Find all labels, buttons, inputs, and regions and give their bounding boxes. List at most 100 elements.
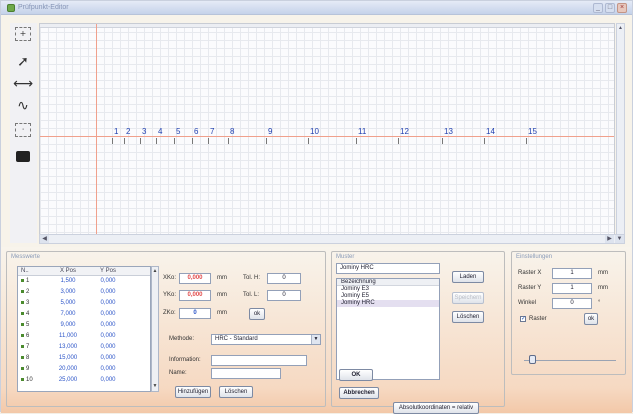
xko-field[interactable]: 0,000 xyxy=(179,273,211,284)
point-label[interactable]: 1 xyxy=(114,127,118,136)
table-row[interactable]: 1 1,500 0,000 xyxy=(18,276,150,287)
row-x: 1,500 xyxy=(60,278,76,284)
yko-field[interactable]: 0,000 xyxy=(179,290,211,301)
close-button[interactable]: × xyxy=(617,3,627,13)
point-marker[interactable] xyxy=(442,138,443,144)
scroll-left-icon[interactable]: ◀ xyxy=(40,235,49,243)
point-label[interactable]: 4 xyxy=(158,127,162,136)
point-marker[interactable] xyxy=(156,138,157,144)
col-y-pos[interactable]: Y Pos xyxy=(88,267,128,275)
row-n: 4 xyxy=(18,309,48,320)
muster-list-item[interactable]: Jominy E3 xyxy=(337,286,439,293)
wave-icon[interactable]: ∿ xyxy=(13,97,33,115)
table-scroll-down-icon[interactable]: ▼ xyxy=(152,383,158,390)
point-marker[interactable] xyxy=(124,138,125,144)
table-row[interactable]: 6 11,000 0,000 xyxy=(18,331,150,342)
point-marker[interactable] xyxy=(266,138,267,144)
minimize-button[interactable]: _ xyxy=(593,3,603,13)
point-marker[interactable] xyxy=(398,138,399,144)
method-select[interactable]: HRC - Standard ▼ xyxy=(211,334,321,345)
row-n: 8 xyxy=(18,353,48,364)
muster-title: Muster xyxy=(336,254,355,260)
point-label[interactable]: 7 xyxy=(210,127,214,136)
point-marker[interactable] xyxy=(228,138,229,144)
table-scrollbar[interactable]: ▲ ▼ xyxy=(151,266,159,392)
name-field[interactable] xyxy=(211,368,281,379)
camera-icon[interactable] xyxy=(16,151,30,162)
table-row[interactable]: 2 3,000 0,000 xyxy=(18,287,150,298)
point-label[interactable]: 3 xyxy=(142,127,146,136)
point-label[interactable]: 11 xyxy=(358,127,366,136)
maximize-button[interactable]: □ xyxy=(605,3,615,13)
tolh-field[interactable]: 0 xyxy=(267,273,301,284)
point-label[interactable]: 5 xyxy=(176,127,180,136)
arrow-icon[interactable]: ➚ xyxy=(13,53,33,71)
point-label[interactable]: 14 xyxy=(486,127,495,136)
coords-ok-button[interactable]: ok xyxy=(249,308,265,320)
scroll-down-icon[interactable]: ▼ xyxy=(615,235,624,243)
point-marker[interactable] xyxy=(112,138,113,144)
cursor-icon[interactable]: + xyxy=(15,27,31,41)
scroll-right-icon[interactable]: ▶ xyxy=(605,235,614,243)
add-button[interactable]: Hinzufügen xyxy=(175,386,211,398)
table-row[interactable]: 8 15,000 0,000 xyxy=(18,353,150,364)
point-marker[interactable] xyxy=(192,138,193,144)
table-row[interactable]: 7 13,000 0,000 xyxy=(18,342,150,353)
table-row[interactable]: 5 9,000 0,000 xyxy=(18,320,150,331)
muster-list[interactable]: Bezeichnung Jominy E3 Jominy E5 Jominy HRC xyxy=(336,278,440,380)
point-marker[interactable] xyxy=(308,138,309,144)
muster-items: Jominy E3 Jominy E5 Jominy HRC xyxy=(337,286,439,307)
muster-list-item[interactable]: Jominy E5 xyxy=(337,293,439,300)
raster-y-field[interactable]: 1 xyxy=(552,283,592,294)
point-marker[interactable] xyxy=(140,138,141,144)
muster-name-field[interactable]: Jominy HRC xyxy=(336,263,440,274)
delete-button[interactable]: Löschen xyxy=(219,386,253,398)
horizontal-arrows-icon[interactable]: ⟷ xyxy=(13,75,33,93)
ok-button[interactable]: OK xyxy=(339,369,373,381)
muster-delete-button[interactable]: Löschen xyxy=(452,311,484,323)
load-button[interactable]: Laden xyxy=(452,271,484,283)
scroll-up-icon[interactable]: ▲ xyxy=(617,25,624,32)
point-label[interactable]: 10 xyxy=(310,127,319,136)
table-scroll-up-icon[interactable]: ▲ xyxy=(152,268,158,275)
drawing-canvas[interactable]: 1 2 3 4 5 6 7 8 9 10 11 12 13 14 15 xyxy=(39,23,615,235)
raster-checkbox[interactable]: ✓ xyxy=(520,316,526,322)
vertical-scrollbar[interactable]: ▲ xyxy=(616,23,625,235)
point-marker[interactable] xyxy=(484,138,485,144)
winkel-field[interactable]: 0 xyxy=(552,298,592,309)
point-label[interactable]: 9 xyxy=(268,127,272,136)
point-marker[interactable] xyxy=(208,138,209,144)
table-row[interactable]: 9 20,000 0,000 xyxy=(18,364,150,375)
muster-list-item[interactable]: Jominy HRC xyxy=(337,300,439,307)
y-axis-line xyxy=(96,24,97,234)
point-label[interactable]: 13 xyxy=(444,127,453,136)
point-marker[interactable] xyxy=(356,138,357,144)
table-row[interactable]: 10 25,000 0,000 xyxy=(18,375,150,386)
row-y: 0,000 xyxy=(100,311,116,317)
row-x: 25,000 xyxy=(58,377,78,383)
raster-x-field[interactable]: 1 xyxy=(552,268,592,279)
point-marker[interactable] xyxy=(174,138,175,144)
point-label[interactable]: 6 xyxy=(194,127,198,136)
col-n[interactable]: N.. xyxy=(18,267,48,275)
point-label[interactable]: 12 xyxy=(400,127,409,136)
point-label[interactable]: 15 xyxy=(528,127,537,136)
save-button[interactable]: Speichern xyxy=(452,292,484,304)
table-row[interactable]: 4 7,000 0,000 xyxy=(18,309,150,320)
toll-field[interactable]: 0 xyxy=(267,290,301,301)
absolute-coords-button[interactable]: Absolutkoordinaten = relativ xyxy=(393,402,479,414)
point-marker[interactable] xyxy=(526,138,527,144)
muster-list-header[interactable]: Bezeichnung xyxy=(337,279,439,286)
point-label[interactable]: 8 xyxy=(230,127,234,136)
col-x-pos[interactable]: X Pos xyxy=(48,267,88,275)
information-field[interactable] xyxy=(211,355,307,366)
zko-field[interactable]: 0 xyxy=(179,308,211,319)
slider-thumb[interactable] xyxy=(528,355,536,364)
messwerte-table[interactable]: N.. X Pos Y Pos 1 1,500 0,000 2 3,000 0,000 3 5… xyxy=(17,266,151,392)
dotted-box-icon[interactable]: ⋅ xyxy=(15,123,31,137)
horizontal-scrollbar[interactable]: ◀ ▶ ▼ xyxy=(39,234,625,244)
settings-ok-button[interactable]: ok xyxy=(584,313,598,325)
table-row[interactable]: 3 5,000 0,000 xyxy=(18,298,150,309)
cancel-button[interactable]: Abbrechen xyxy=(339,387,379,399)
point-label[interactable]: 2 xyxy=(126,127,130,136)
